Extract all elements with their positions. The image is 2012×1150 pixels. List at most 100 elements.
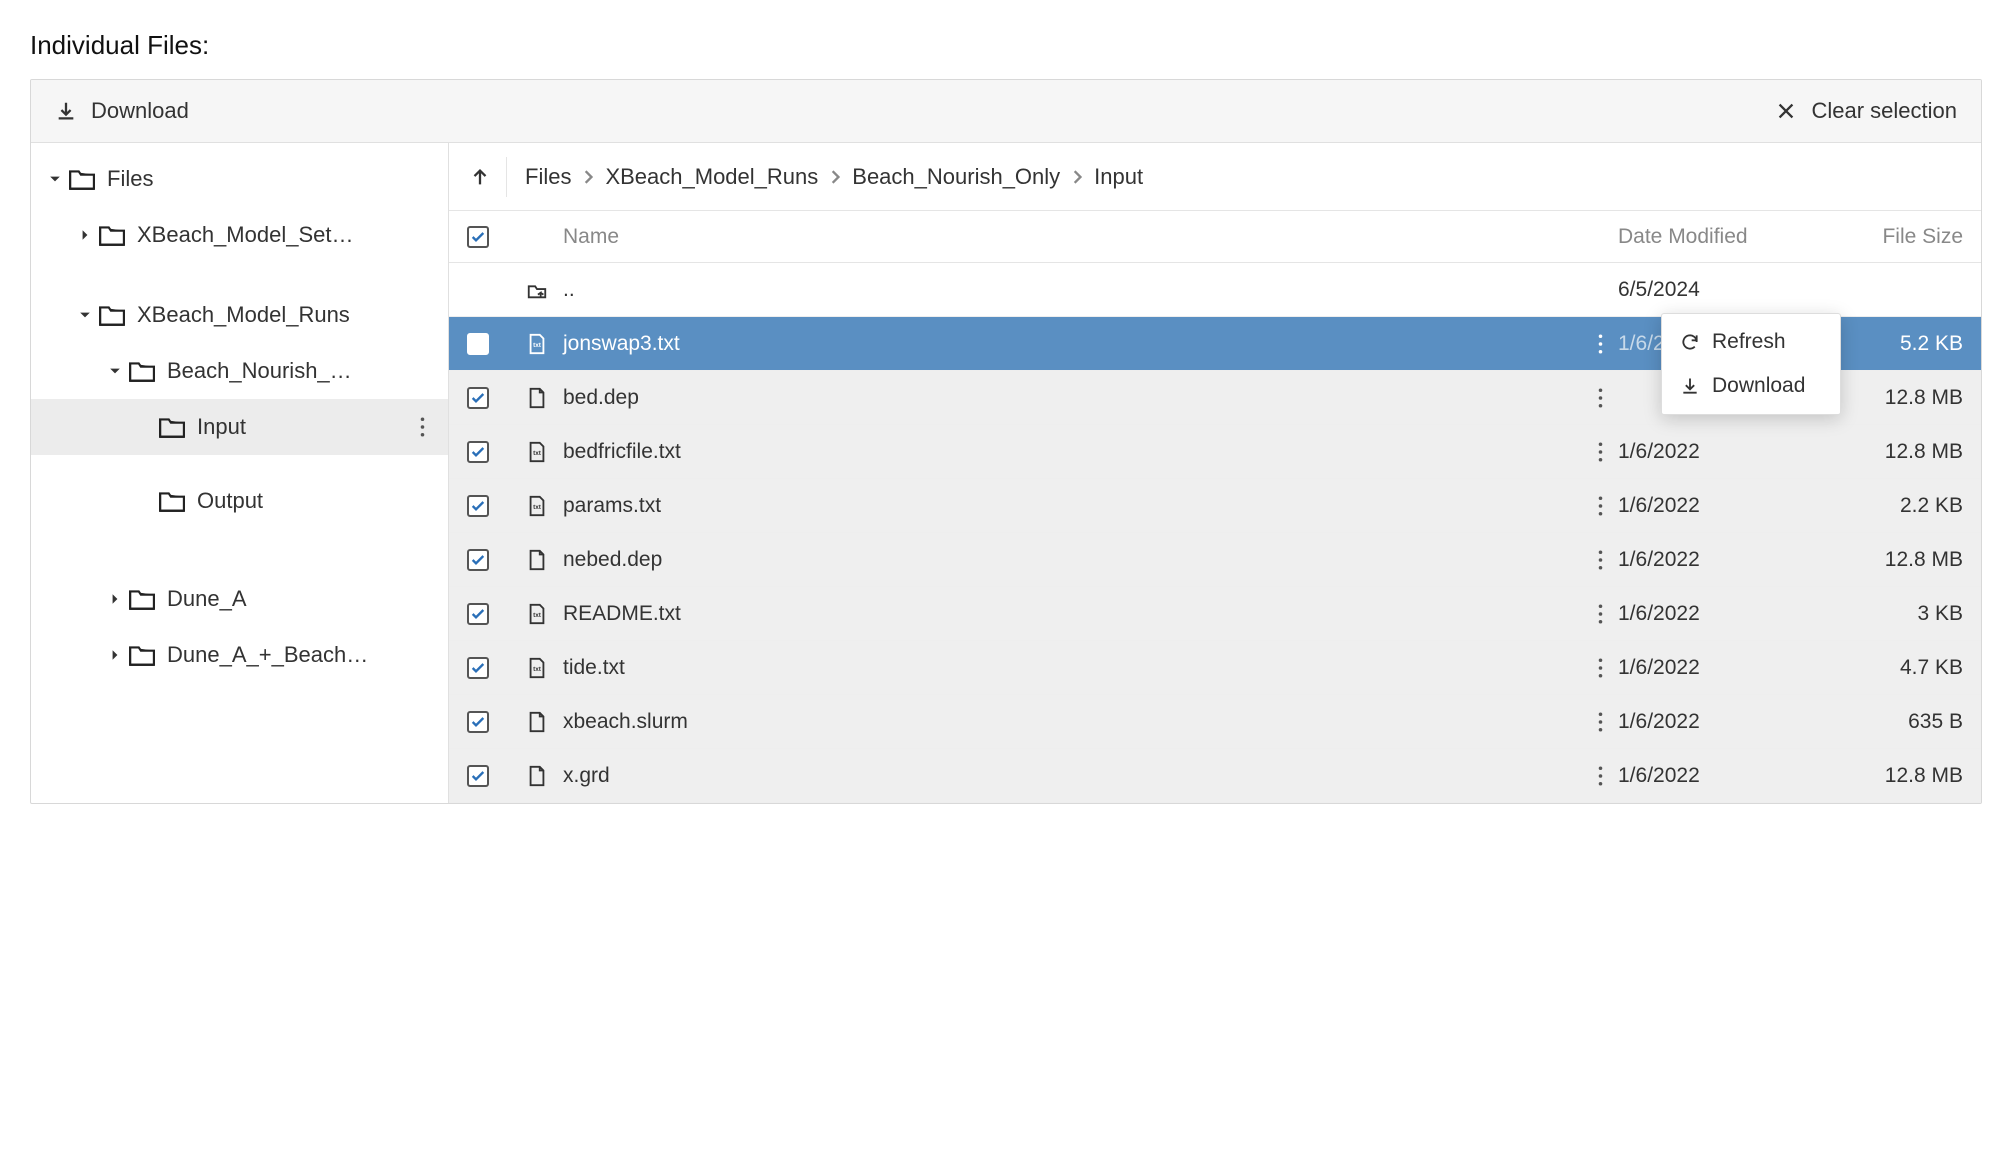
file-date: 1/6/2022 xyxy=(1618,710,1818,734)
kebab-icon[interactable] xyxy=(1598,604,1603,624)
breadcrumb-item[interactable]: Files xyxy=(525,164,571,190)
file-pane: Files XBeach_Model_Runs Beach_Nourish_Only… xyxy=(449,143,1981,803)
caret-icon[interactable] xyxy=(101,365,129,377)
file-row[interactable]: txtREADME.txt1/6/20223 KB xyxy=(449,587,1981,641)
folder-icon xyxy=(69,168,95,190)
column-date[interactable]: Date Modified xyxy=(1618,225,1818,249)
tree-node[interactable]: Dune_A_+_Beach… xyxy=(31,627,448,683)
row-checkbox[interactable] xyxy=(467,387,489,409)
file-row[interactable]: ..6/5/2024 xyxy=(449,263,1981,317)
file-name: bed.dep xyxy=(563,386,1582,410)
kebab-icon[interactable] xyxy=(1598,658,1603,678)
file-size: 2.2 KB xyxy=(1818,494,1963,518)
file-size: 4.7 KB xyxy=(1818,656,1963,680)
breadcrumb-bar: Files XBeach_Model_Runs Beach_Nourish_Only… xyxy=(449,143,1981,211)
caret-icon[interactable] xyxy=(41,173,69,185)
breadcrumbs: Files XBeach_Model_Runs Beach_Nourish_Only… xyxy=(525,164,1143,190)
folder-icon xyxy=(129,588,155,610)
tree-node[interactable]: Files xyxy=(31,151,448,207)
breadcrumb-item[interactable]: XBeach_Model_Runs xyxy=(605,164,818,190)
file-name: bedfricfile.txt xyxy=(563,440,1582,464)
caret-icon[interactable] xyxy=(71,229,99,241)
file-size: 12.8 MB xyxy=(1818,764,1963,788)
row-checkbox[interactable] xyxy=(467,603,489,625)
close-icon xyxy=(1775,100,1797,122)
row-checkbox[interactable] xyxy=(467,549,489,571)
file-name: params.txt xyxy=(563,494,1582,518)
file-type-icon: txt xyxy=(511,603,563,625)
tree-label: Dune_A_+_Beach… xyxy=(167,642,368,668)
kebab-icon[interactable] xyxy=(1598,550,1603,570)
file-table-body: ..6/5/2024txtjonswap3.txt1/6/20225.2 KBR… xyxy=(449,263,1981,803)
folder-icon xyxy=(99,304,125,326)
file-row[interactable]: txtjonswap3.txt1/6/20225.2 KBRefreshDown… xyxy=(449,317,1981,371)
kebab-icon[interactable] xyxy=(1598,334,1603,354)
caret-icon[interactable] xyxy=(71,309,99,321)
clear-selection-label: Clear selection xyxy=(1811,98,1957,124)
tree-node[interactable]: Beach_Nourish_… xyxy=(31,343,448,399)
context-menu: RefreshDownload xyxy=(1661,313,1841,415)
context-download[interactable]: Download xyxy=(1662,364,1840,408)
kebab-icon[interactable] xyxy=(1598,496,1603,516)
chevron-right-icon xyxy=(1072,170,1082,184)
breadcrumb-item[interactable]: Input xyxy=(1094,164,1143,190)
file-browser: Download Clear selection FilesXBeach_Mod… xyxy=(30,79,1982,804)
download-icon xyxy=(55,100,77,122)
file-row[interactable]: txt params.txt 1/6/20222.2 KB xyxy=(449,479,1981,533)
file-type-icon xyxy=(511,765,563,787)
file-row[interactable]: x.grd1/6/202212.8 MB xyxy=(449,749,1981,803)
up-button[interactable] xyxy=(467,157,507,197)
caret-icon[interactable] xyxy=(101,593,129,605)
file-name: xbeach.slurm xyxy=(563,710,1582,734)
row-checkbox[interactable] xyxy=(467,657,489,679)
kebab-icon[interactable] xyxy=(1598,766,1603,786)
row-checkbox[interactable] xyxy=(467,711,489,733)
tree-node[interactable]: XBeach_Model_Runs xyxy=(31,287,448,343)
tree-label: Output xyxy=(197,488,263,514)
tree-node[interactable]: XBeach_Model_Set… xyxy=(31,207,448,263)
svg-text:txt: txt xyxy=(533,503,542,510)
breadcrumb-item[interactable]: Beach_Nourish_Only xyxy=(852,164,1060,190)
caret-icon[interactable] xyxy=(101,649,129,661)
row-checkbox[interactable] xyxy=(467,765,489,787)
file-row[interactable]: xbeach.slurm1/6/2022635 B xyxy=(449,695,1981,749)
chevron-right-icon xyxy=(583,170,593,184)
file-type-icon xyxy=(511,711,563,733)
clear-selection-button[interactable]: Clear selection xyxy=(1775,98,1957,124)
file-row[interactable]: txttide.txt1/6/20224.7 KB xyxy=(449,641,1981,695)
kebab-icon[interactable] xyxy=(1598,442,1603,462)
column-name[interactable]: Name xyxy=(563,225,1582,249)
file-date: 1/6/2022 xyxy=(1618,494,1818,518)
file-date: 1/6/2022 xyxy=(1618,440,1818,464)
folder-icon xyxy=(129,360,155,382)
file-row[interactable]: txtbedfricfile.txt1/6/202212.8 MB xyxy=(449,425,1981,479)
folder-icon xyxy=(129,644,155,666)
tree-label: Input xyxy=(197,414,246,440)
tree-label: Beach_Nourish_… xyxy=(167,358,352,384)
file-type-icon: txt xyxy=(511,495,563,517)
select-all-checkbox[interactable] xyxy=(467,226,489,248)
file-type-icon: txt xyxy=(511,333,563,355)
download-button[interactable]: Download xyxy=(55,98,189,124)
tree-node[interactable]: Output xyxy=(31,473,448,529)
kebab-icon[interactable] xyxy=(406,417,438,437)
folder-icon xyxy=(159,416,185,438)
kebab-icon[interactable] xyxy=(1598,388,1603,408)
tree-node[interactable]: Dune_A xyxy=(31,571,448,627)
refresh-icon xyxy=(1680,332,1700,352)
row-checkbox[interactable] xyxy=(467,333,489,355)
row-checkbox[interactable] xyxy=(467,441,489,463)
page-title: Individual Files: xyxy=(30,30,1982,61)
tree-label: XBeach_Model_Runs xyxy=(137,302,350,328)
file-row[interactable]: nebed.dep1/6/202212.8 MB xyxy=(449,533,1981,587)
column-size[interactable]: File Size xyxy=(1818,225,1963,249)
tree-node[interactable]: Input xyxy=(31,399,448,455)
kebab-icon[interactable] xyxy=(1598,712,1603,732)
svg-text:txt: txt xyxy=(533,449,542,456)
context-refresh[interactable]: Refresh xyxy=(1662,320,1840,364)
file-type-icon: txt xyxy=(511,657,563,679)
file-date: 6/5/2024 xyxy=(1618,278,1818,302)
file-size: 3 KB xyxy=(1818,602,1963,626)
table-header: Name Date Modified File Size xyxy=(449,211,1981,263)
row-checkbox[interactable] xyxy=(467,495,489,517)
